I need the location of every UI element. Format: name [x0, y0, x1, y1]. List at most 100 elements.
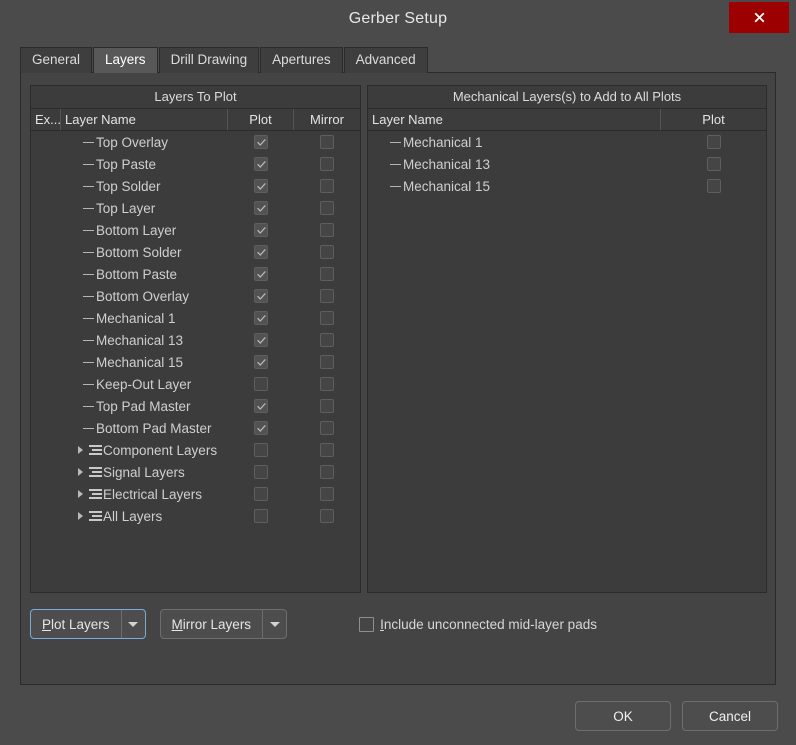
plot-checkbox[interactable] — [254, 333, 268, 347]
row-layer-name-cell: Mechanical 15 — [61, 355, 228, 370]
plot-checkbox[interactable] — [254, 311, 268, 325]
tab-apertures[interactable]: Apertures — [260, 47, 343, 73]
plot-checkbox[interactable] — [254, 355, 268, 369]
plot-checkbox[interactable] — [254, 135, 268, 149]
close-icon — [754, 12, 764, 23]
plot-checkbox[interactable] — [254, 289, 268, 303]
plot-checkbox[interactable] — [706, 157, 721, 171]
table-row[interactable]: Mechanical 1 — [31, 307, 360, 329]
column-header-plot-right[interactable]: Plot — [661, 109, 766, 130]
mirror-checkbox[interactable] — [320, 355, 334, 369]
plot-checkbox[interactable] — [254, 465, 268, 479]
include-unconnected-pads-checkbox[interactable] — [359, 616, 375, 632]
mirror-checkbox[interactable] — [320, 465, 334, 479]
mirror-checkbox[interactable] — [320, 267, 334, 281]
dialog-footer: OK Cancel — [0, 687, 796, 745]
table-row[interactable]: Signal Layers — [31, 461, 360, 483]
plot-layers-split-button[interactable]: Plot Layers — [30, 609, 146, 639]
column-header-mirror[interactable]: Mirror — [294, 109, 360, 130]
column-header-ex[interactable]: Ex... — [31, 109, 61, 130]
table-row[interactable]: Mechanical 13 — [31, 329, 360, 351]
plot-layers-dropdown-arrow-icon[interactable] — [122, 610, 145, 638]
table-row[interactable]: Bottom Layer — [31, 219, 360, 241]
tab-general[interactable]: General — [20, 47, 93, 73]
expand-triangle-icon[interactable] — [77, 467, 86, 477]
table-row[interactable]: Top Overlay — [31, 131, 360, 153]
mirror-checkbox[interactable] — [320, 377, 334, 391]
tab-advanced[interactable]: Advanced — [343, 47, 428, 73]
row-layer-name-cell: Bottom Layer — [61, 223, 228, 238]
table-row[interactable]: Keep-Out Layer — [31, 373, 360, 395]
mirror-layers-dropdown-arrow-icon[interactable] — [263, 610, 286, 638]
checkmark-icon — [256, 402, 266, 410]
mirror-checkbox[interactable] — [320, 135, 334, 149]
plot-checkbox[interactable] — [254, 487, 268, 501]
table-row[interactable]: Top Layer — [31, 197, 360, 219]
plot-checkbox[interactable] — [254, 443, 268, 457]
include-unconnected-pads-option[interactable]: Include unconnected mid-layer pads — [359, 616, 597, 632]
mirror-checkbox[interactable] — [320, 179, 334, 193]
checkmark-icon — [256, 138, 266, 146]
table-row[interactable]: Top Paste — [31, 153, 360, 175]
plot-checkbox[interactable] — [254, 201, 268, 215]
expand-triangle-icon[interactable] — [77, 511, 86, 521]
table-row[interactable]: Top Solder — [31, 175, 360, 197]
mirror-checkbox[interactable] — [320, 443, 334, 457]
mirror-checkbox[interactable] — [320, 487, 334, 501]
cancel-button[interactable]: Cancel — [682, 701, 778, 731]
table-row[interactable]: Bottom Solder — [31, 241, 360, 263]
mirror-checkbox[interactable] — [320, 157, 334, 171]
window-title: Gerber Setup — [348, 10, 448, 27]
row-plot-cell — [228, 157, 294, 171]
row-layer-name-cell: All Layers — [61, 509, 228, 524]
table-row[interactable]: Mechanical 15 — [368, 175, 766, 197]
ok-button[interactable]: OK — [575, 701, 671, 731]
column-header-plot[interactable]: Plot — [228, 109, 294, 130]
mirror-checkbox[interactable] — [320, 311, 334, 325]
plot-checkbox[interactable] — [254, 267, 268, 281]
mirror-checkbox[interactable] — [320, 289, 334, 303]
plot-checkbox[interactable] — [254, 223, 268, 237]
mirror-layers-split-button[interactable]: Mirror Layers — [159, 609, 288, 639]
plot-checkbox[interactable] — [254, 421, 268, 435]
close-button[interactable] — [729, 2, 789, 33]
plot-checkbox[interactable] — [254, 157, 268, 171]
mirror-checkbox[interactable] — [320, 201, 334, 215]
table-row[interactable]: Bottom Pad Master — [31, 417, 360, 439]
table-row[interactable]: Mechanical 1 — [368, 131, 766, 153]
row-layer-name-cell: Bottom Paste — [61, 267, 228, 282]
row-mirror-cell — [294, 245, 360, 259]
mirror-checkbox[interactable] — [320, 223, 334, 237]
plot-checkbox[interactable] — [254, 399, 268, 413]
column-header-layer-name-right[interactable]: Layer Name — [368, 109, 661, 130]
plot-checkbox[interactable] — [254, 509, 268, 523]
mirror-checkbox[interactable] — [320, 245, 334, 259]
mirror-checkbox[interactable] — [320, 333, 334, 347]
table-row[interactable]: Mechanical 15 — [31, 351, 360, 373]
layer-name-label: Component Layers — [103, 442, 218, 458]
table-row[interactable]: Bottom Paste — [31, 263, 360, 285]
table-row[interactable]: Top Pad Master — [31, 395, 360, 417]
checkmark-icon — [256, 248, 266, 256]
mirror-checkbox[interactable] — [320, 399, 334, 413]
mirror-checkbox[interactable] — [320, 509, 334, 523]
plot-checkbox[interactable] — [706, 179, 721, 193]
plot-checkbox[interactable] — [254, 179, 268, 193]
checkmark-icon — [256, 182, 266, 190]
layer-dash-icon — [390, 185, 401, 187]
column-header-layer-name[interactable]: Layer Name — [61, 109, 228, 130]
table-row[interactable]: All Layers — [31, 505, 360, 527]
plot-checkbox[interactable] — [706, 135, 721, 149]
mirror-checkbox[interactable] — [320, 421, 334, 435]
table-row[interactable]: Electrical Layers — [31, 483, 360, 505]
table-row[interactable]: Component Layers — [31, 439, 360, 461]
plot-checkbox[interactable] — [254, 245, 268, 259]
layer-dash-icon — [83, 361, 94, 363]
table-row[interactable]: Mechanical 13 — [368, 153, 766, 175]
expand-triangle-icon[interactable] — [77, 445, 86, 455]
plot-checkbox[interactable] — [254, 377, 268, 391]
expand-triangle-icon[interactable] — [77, 489, 86, 499]
table-row[interactable]: Bottom Overlay — [31, 285, 360, 307]
tab-layers[interactable]: Layers — [93, 47, 158, 73]
tab-drill-drawing[interactable]: Drill Drawing — [158, 47, 260, 73]
